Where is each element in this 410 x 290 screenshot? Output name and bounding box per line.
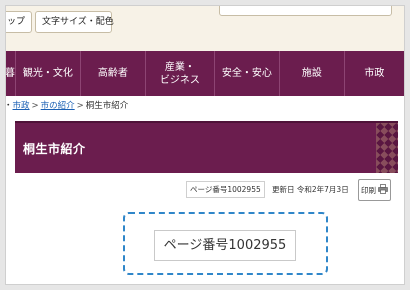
- page-number-zoom: ページ番号1002955: [154, 230, 296, 261]
- nav-item-city-government[interactable]: 市政: [345, 51, 404, 96]
- breadcrumb-link-city-intro[interactable]: 市の紹介: [41, 101, 75, 111]
- page-number-label: ページ番号1002955: [186, 181, 265, 198]
- nav-item-kurashi[interactable]: 暮: [6, 51, 16, 96]
- nav-item-industry-business[interactable]: 産業・ ビジネス: [146, 51, 215, 96]
- print-label: 印刷: [361, 185, 376, 195]
- nav-item-safety[interactable]: 安全・安心: [215, 51, 280, 96]
- utility-bar: ップ 文字サイズ・配色: [6, 6, 404, 52]
- breadcrumb-link-city-government[interactable]: 市政: [13, 101, 30, 111]
- decorative-pattern: [376, 123, 398, 173]
- print-button[interactable]: 印刷: [358, 179, 391, 201]
- font-size-color-button[interactable]: 文字サイズ・配色: [35, 11, 114, 33]
- page-title-band: 桐生市紹介: [15, 121, 398, 173]
- breadcrumb-separator: >: [31, 101, 39, 111]
- nav-item-elderly[interactable]: 高齢者: [81, 51, 146, 96]
- breadcrumb-current: 桐生市紹介: [85, 101, 129, 111]
- breadcrumb-lead: ・: [6, 101, 13, 111]
- global-nav: 暮 観光・文化 高齢者 産業・ ビジネス 安全・安心 施設 市政: [6, 51, 404, 96]
- nav-item-tourism-culture[interactable]: 観光・文化: [16, 51, 81, 96]
- nav-item-facilities[interactable]: 施設: [280, 51, 345, 96]
- printer-icon: [378, 184, 388, 196]
- search-box[interactable]: [219, 6, 392, 16]
- sitemap-button[interactable]: ップ: [6, 11, 32, 33]
- breadcrumb-separator: >: [76, 101, 84, 111]
- breadcrumb: ・市政>市の紹介>桐生市紹介: [6, 99, 129, 111]
- browser-viewport: ップ 文字サイズ・配色 暮 観光・文化 高齢者 産業・ ビジネス 安全・安心 施…: [5, 5, 405, 285]
- page-title: 桐生市紹介: [23, 142, 86, 156]
- updated-date: 更新日 令和2年7月3日: [272, 185, 349, 194]
